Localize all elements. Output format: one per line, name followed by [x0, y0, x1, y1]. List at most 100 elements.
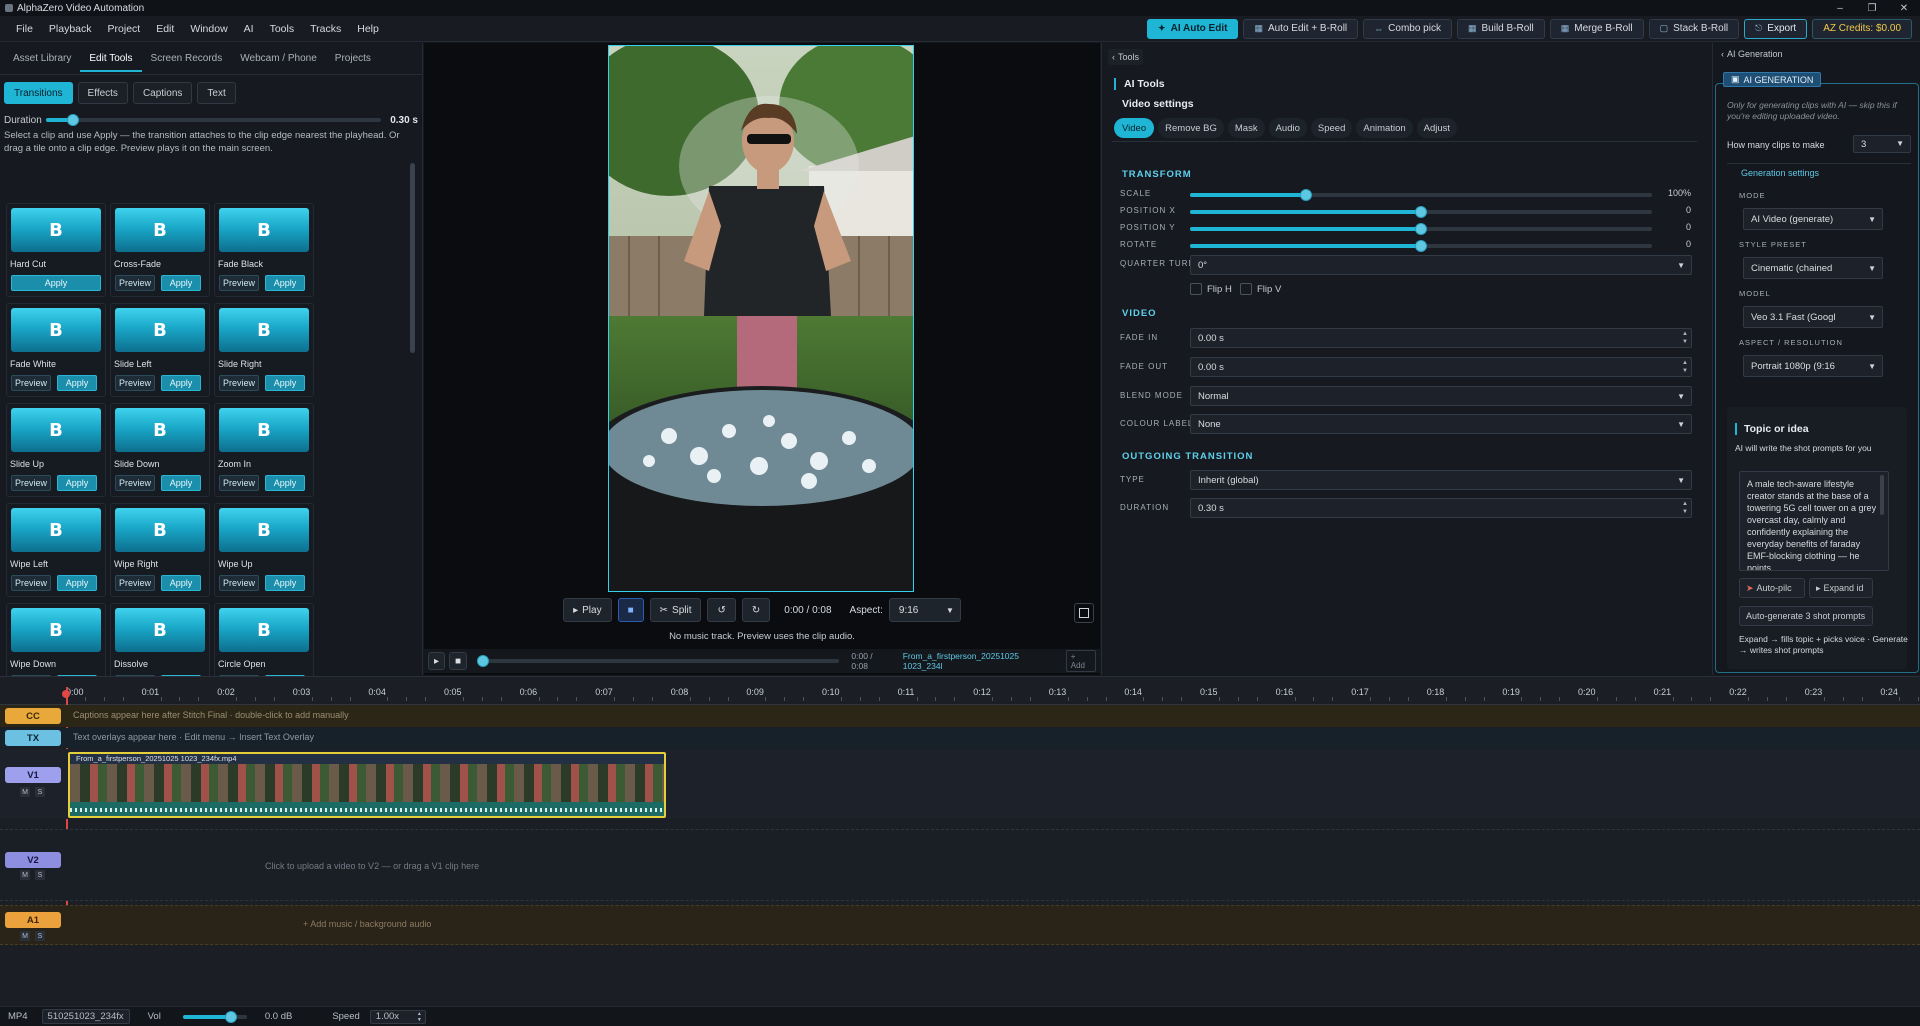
position-x-handle[interactable] [1415, 206, 1427, 218]
transition-thumbnail[interactable]: B [115, 208, 205, 252]
time-ruler[interactable]: 0:00 0:01 0:02 0:03 0:04 0:05 0:06 0:07 0:08 0:09… [66, 687, 1920, 701]
playhead-handle[interactable] [62, 690, 70, 698]
transition-thumbnail[interactable]: B [11, 608, 101, 652]
spinner-icon[interactable]: ▲ ▼ [417, 1011, 422, 1023]
scale-handle[interactable] [1299, 189, 1312, 201]
menu-playback[interactable]: Playback [41, 23, 100, 35]
apply-button[interactable]: Apply [161, 475, 201, 491]
menu-window[interactable]: Window [182, 23, 235, 35]
preview-button[interactable]: Preview [219, 275, 259, 291]
ai-generation-back[interactable]: ‹ AI Generation [1721, 49, 1783, 59]
back-to-tools[interactable]: ‹ Tools [1108, 49, 1144, 65]
model-select[interactable]: Veo 3.1 Fast (Googl ▼ [1743, 306, 1883, 328]
scrub-handle[interactable] [477, 655, 490, 667]
apply-button[interactable]: Apply [161, 575, 201, 591]
transition-tile[interactable]: B Fade White Preview Apply [6, 303, 106, 397]
preview-button[interactable]: Preview [115, 375, 155, 391]
expand-idea-button[interactable]: ▸ Expand id [1809, 578, 1873, 598]
scrub-play-button[interactable]: ▸ [428, 652, 446, 670]
export-button[interactable]: ⎋ Export [1744, 18, 1808, 39]
transition-type-select[interactable]: Inherit (global) ▼ [1190, 470, 1692, 490]
transition-thumbnail[interactable]: B [11, 408, 101, 452]
blend-mode-select[interactable]: Normal ▼ [1190, 386, 1692, 406]
transition-thumbnail[interactable]: B [115, 608, 205, 652]
tab-adjust[interactable]: Adjust [1416, 118, 1458, 138]
quarter-turn-select[interactable]: 0° ▼ [1190, 255, 1692, 275]
scrub-slider[interactable] [477, 655, 840, 667]
mute-toggle[interactable]: M [20, 931, 30, 941]
a1-track[interactable]: A1 M S + Add music / background audio [0, 905, 1920, 945]
apply-button[interactable]: Apply [57, 475, 97, 491]
transition-tile[interactable]: B Fade Black Preview Apply [214, 203, 314, 297]
fullscreen-button[interactable] [1074, 603, 1094, 623]
v1-clip[interactable]: From_a_firstperson_20251025 1023_234fx.m… [68, 752, 666, 818]
tx-track[interactable]: TX Text overlays appear here · Edit menu… [0, 728, 1920, 748]
fade-in-input[interactable]: 0.00 s ▲ ▼ [1190, 328, 1692, 348]
apply-button[interactable]: Apply [265, 275, 305, 291]
solo-toggle[interactable]: S [35, 787, 45, 797]
transition-tile[interactable]: B Wipe Left Preview Apply [6, 503, 106, 597]
spinner-icon[interactable]: ▲ ▼ [1682, 359, 1688, 375]
tab-edit-tools[interactable]: Edit Tools [80, 53, 142, 72]
preview-button[interactable]: Preview [219, 475, 259, 491]
v2-track[interactable]: V2 M S Click to upload a video to V2 — o… [0, 829, 1920, 901]
autopilot-button[interactable]: ➤ Auto-pilc [1739, 578, 1805, 598]
apply-button[interactable]: Apply [161, 275, 201, 291]
menu-tracks[interactable]: Tracks [302, 23, 349, 35]
position-y-handle[interactable] [1415, 223, 1427, 235]
preview-button[interactable]: Preview [11, 375, 51, 391]
duration-slider-handle[interactable] [66, 114, 79, 126]
close-icon[interactable]: ✕ [1888, 3, 1920, 14]
cc-track[interactable]: CC Captions appear here after Stitch Fin… [0, 705, 1920, 727]
preview-button[interactable]: Preview [11, 575, 51, 591]
subtab-text[interactable]: Text [197, 82, 236, 104]
split-button[interactable]: ✂ Split [649, 598, 702, 622]
transition-thumbnail[interactable]: B [11, 208, 101, 252]
tab-speed[interactable]: Speed [1310, 118, 1353, 138]
mode-select[interactable]: AI Video (generate) ▼ [1743, 208, 1883, 230]
menu-file[interactable]: File [8, 23, 41, 35]
transition-tile[interactable]: B Cross-Fade Preview Apply [110, 203, 210, 297]
transition-thumbnail[interactable]: B [11, 508, 101, 552]
transition-thumbnail[interactable]: B [115, 308, 205, 352]
flip-h-checkbox[interactable]: Flip H [1190, 283, 1232, 295]
transition-thumbnail[interactable]: B [115, 408, 205, 452]
build-broll-button[interactable]: ▦ Build B-Roll [1456, 18, 1545, 39]
tab-video[interactable]: Video [1114, 118, 1155, 138]
transition-tile[interactable]: B Wipe Right Preview Apply [110, 503, 210, 597]
apply-button[interactable]: Apply [161, 375, 201, 391]
minimize-icon[interactable]: – [1824, 3, 1856, 14]
transition-tile[interactable]: B Wipe Up Preview Apply [214, 503, 314, 597]
apply-button[interactable]: Apply [265, 375, 305, 391]
tab-animation[interactable]: Animation [1356, 118, 1413, 138]
file-name-field[interactable]: 510251023_234fx [41, 1009, 130, 1024]
tab-audio[interactable]: Audio [1268, 118, 1307, 138]
apply-button[interactable]: Apply [57, 375, 97, 391]
transition-thumbnail[interactable]: B [219, 208, 309, 252]
aspect-select[interactable]: 9:16 ▼ [888, 598, 961, 622]
spinner-icon[interactable]: ▲ ▼ [1682, 500, 1688, 516]
transition-tile[interactable]: B Hard Cut Apply [6, 203, 106, 297]
stack-broll-button[interactable]: ▢ Stack B-Roll [1648, 18, 1740, 39]
redo-button[interactable]: ↻ [741, 598, 771, 622]
transition-duration-input[interactable]: 0.30 s ▲ ▼ [1190, 498, 1692, 518]
tab-webcam-phone[interactable]: Webcam / Phone [231, 53, 326, 64]
tab-screen-records[interactable]: Screen Records [142, 53, 232, 64]
solo-toggle[interactable]: S [35, 870, 45, 880]
rotate-slider[interactable] [1190, 240, 1652, 252]
add-music-hint[interactable]: + Add music / background audio [303, 919, 431, 929]
scale-slider[interactable] [1190, 189, 1652, 201]
preview-button[interactable]: Preview [219, 375, 259, 391]
transition-tile[interactable]: B Slide Up Preview Apply [6, 403, 106, 497]
transition-tile[interactable]: B Slide Down Preview Apply [110, 403, 210, 497]
aspect-resolution-select[interactable]: Portrait 1080p (9:16 ▼ [1743, 355, 1883, 377]
maximize-icon[interactable]: ❐ [1856, 3, 1888, 14]
duration-slider[interactable] [46, 114, 381, 126]
auto-generate-prompts-button[interactable]: Auto-generate 3 shot prompts [1739, 606, 1873, 626]
v1-track[interactable]: V1 M S From_a_firstperson_20251025 1023_… [0, 749, 1920, 819]
combo-pick-button[interactable]: ⇔ Combo pick [1363, 18, 1452, 39]
fade-out-input[interactable]: 0.00 s ▲ ▼ [1190, 357, 1692, 377]
mute-toggle[interactable]: M [20, 787, 30, 797]
position-y-slider[interactable] [1190, 223, 1652, 235]
add-button[interactable]: + Add [1065, 650, 1096, 672]
